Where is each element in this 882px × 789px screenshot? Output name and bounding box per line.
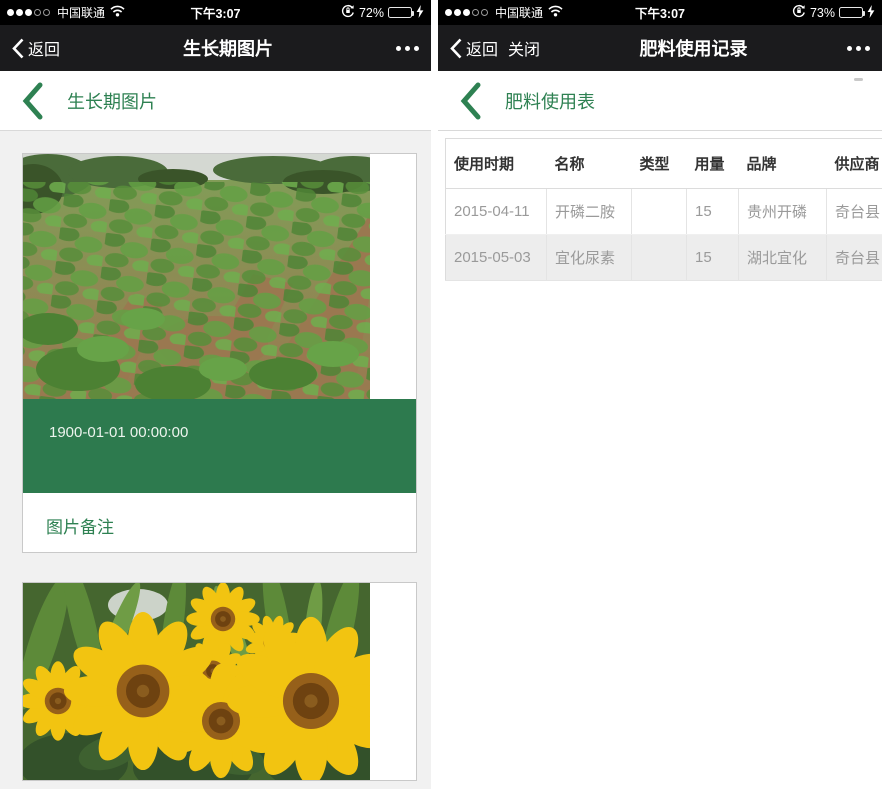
fertilizer-record-screen: 中国联通 下午3:07 73% — [438, 0, 882, 789]
close-button[interactable]: 关闭 — [508, 36, 540, 60]
cell-type — [632, 189, 687, 235]
nav-bar-left: 返回 生长期图片 — [0, 25, 431, 71]
green-back-chevron-icon[interactable] — [22, 82, 43, 120]
col-header-supplier: 供应商 — [827, 139, 882, 189]
growth-images-screen: 中国联通 下午3:07 72% — [0, 0, 431, 789]
battery-icon — [839, 7, 863, 18]
battery-percent: 73% — [810, 6, 835, 20]
col-header-type: 类型 — [632, 139, 687, 189]
section-title: 生长期图片 — [67, 88, 157, 114]
battery-percent: 72% — [359, 6, 384, 20]
page-title: 生长期图片 — [60, 35, 396, 61]
cell-supplier: 奇台县 — [827, 189, 882, 235]
cell-name: 宜化尿素 — [547, 235, 632, 281]
crop-field-photo[interactable] — [23, 154, 370, 399]
back-chevron-icon — [450, 38, 462, 59]
cell-amount: 15 — [687, 189, 739, 235]
table-header-row: 使用时期 名称 类型 用量 品牌 供应商 — [446, 139, 882, 189]
fertilizer-table: 使用时期 名称 类型 用量 品牌 供应商 2015-04-11 开磷二胺 15 … — [445, 138, 882, 281]
charging-bolt-icon — [867, 5, 875, 21]
image-remark: 图片备注 — [23, 493, 416, 552]
battery-icon — [388, 7, 412, 18]
section-header-left: 生长期图片 — [0, 71, 431, 131]
back-label: 返回 — [466, 36, 498, 60]
status-bar-right: 中国联通 下午3:07 73% — [438, 0, 882, 25]
cell-period: 2015-05-03 — [446, 235, 547, 281]
cell-supplier: 奇台县 — [827, 235, 882, 281]
table-row[interactable]: 2015-04-11 开磷二胺 15 贵州开磷 奇台县 — [446, 189, 882, 235]
orientation-lock-icon — [792, 4, 806, 21]
orientation-lock-icon — [341, 4, 355, 21]
cell-name: 开磷二胺 — [547, 189, 632, 235]
image-timestamp: 1900-01-01 00:00:00 — [49, 424, 188, 441]
scrollbar-indicator[interactable] — [854, 78, 863, 81]
back-chevron-icon — [12, 38, 24, 59]
back-button[interactable]: 返回 — [450, 36, 498, 60]
cell-brand: 贵州开磷 — [739, 189, 827, 235]
col-header-amount: 用量 — [687, 139, 739, 189]
table-row[interactable]: 2015-05-03 宜化尿素 15 湖北宜化 奇台县 — [446, 235, 882, 281]
growth-image-card[interactable] — [22, 582, 417, 781]
more-menu-button[interactable] — [847, 42, 870, 55]
cell-type — [632, 235, 687, 281]
cell-brand: 湖北宜化 — [739, 235, 827, 281]
fertilizer-table-area: 使用时期 名称 类型 用量 品牌 供应商 2015-04-11 开磷二胺 15 … — [438, 131, 882, 789]
charging-bolt-icon — [416, 5, 424, 21]
col-header-name: 名称 — [547, 139, 632, 189]
section-title: 肥料使用表 — [505, 88, 595, 114]
sunflower-photo[interactable] — [23, 583, 370, 780]
more-menu-button[interactable] — [396, 42, 419, 55]
status-bar-left: 中国联通 下午3:07 72% — [0, 0, 431, 25]
cell-amount: 15 — [687, 235, 739, 281]
col-header-brand: 品牌 — [739, 139, 827, 189]
back-button[interactable]: 返回 — [12, 36, 60, 60]
image-timestamp-bar: 1900-01-01 00:00:00 — [23, 399, 416, 493]
nav-bar-right: 返回 关闭 肥料使用记录 — [438, 25, 882, 71]
growth-image-card[interactable]: 1900-01-01 00:00:00 图片备注 — [22, 153, 417, 553]
green-back-chevron-icon[interactable] — [460, 82, 481, 120]
image-list: 1900-01-01 00:00:00 图片备注 — [0, 131, 431, 789]
page-title: 肥料使用记录 — [540, 35, 847, 61]
section-header-right: 肥料使用表 — [438, 71, 882, 131]
cell-period: 2015-04-11 — [446, 189, 547, 235]
back-label: 返回 — [28, 36, 60, 60]
col-header-period: 使用时期 — [446, 139, 547, 189]
